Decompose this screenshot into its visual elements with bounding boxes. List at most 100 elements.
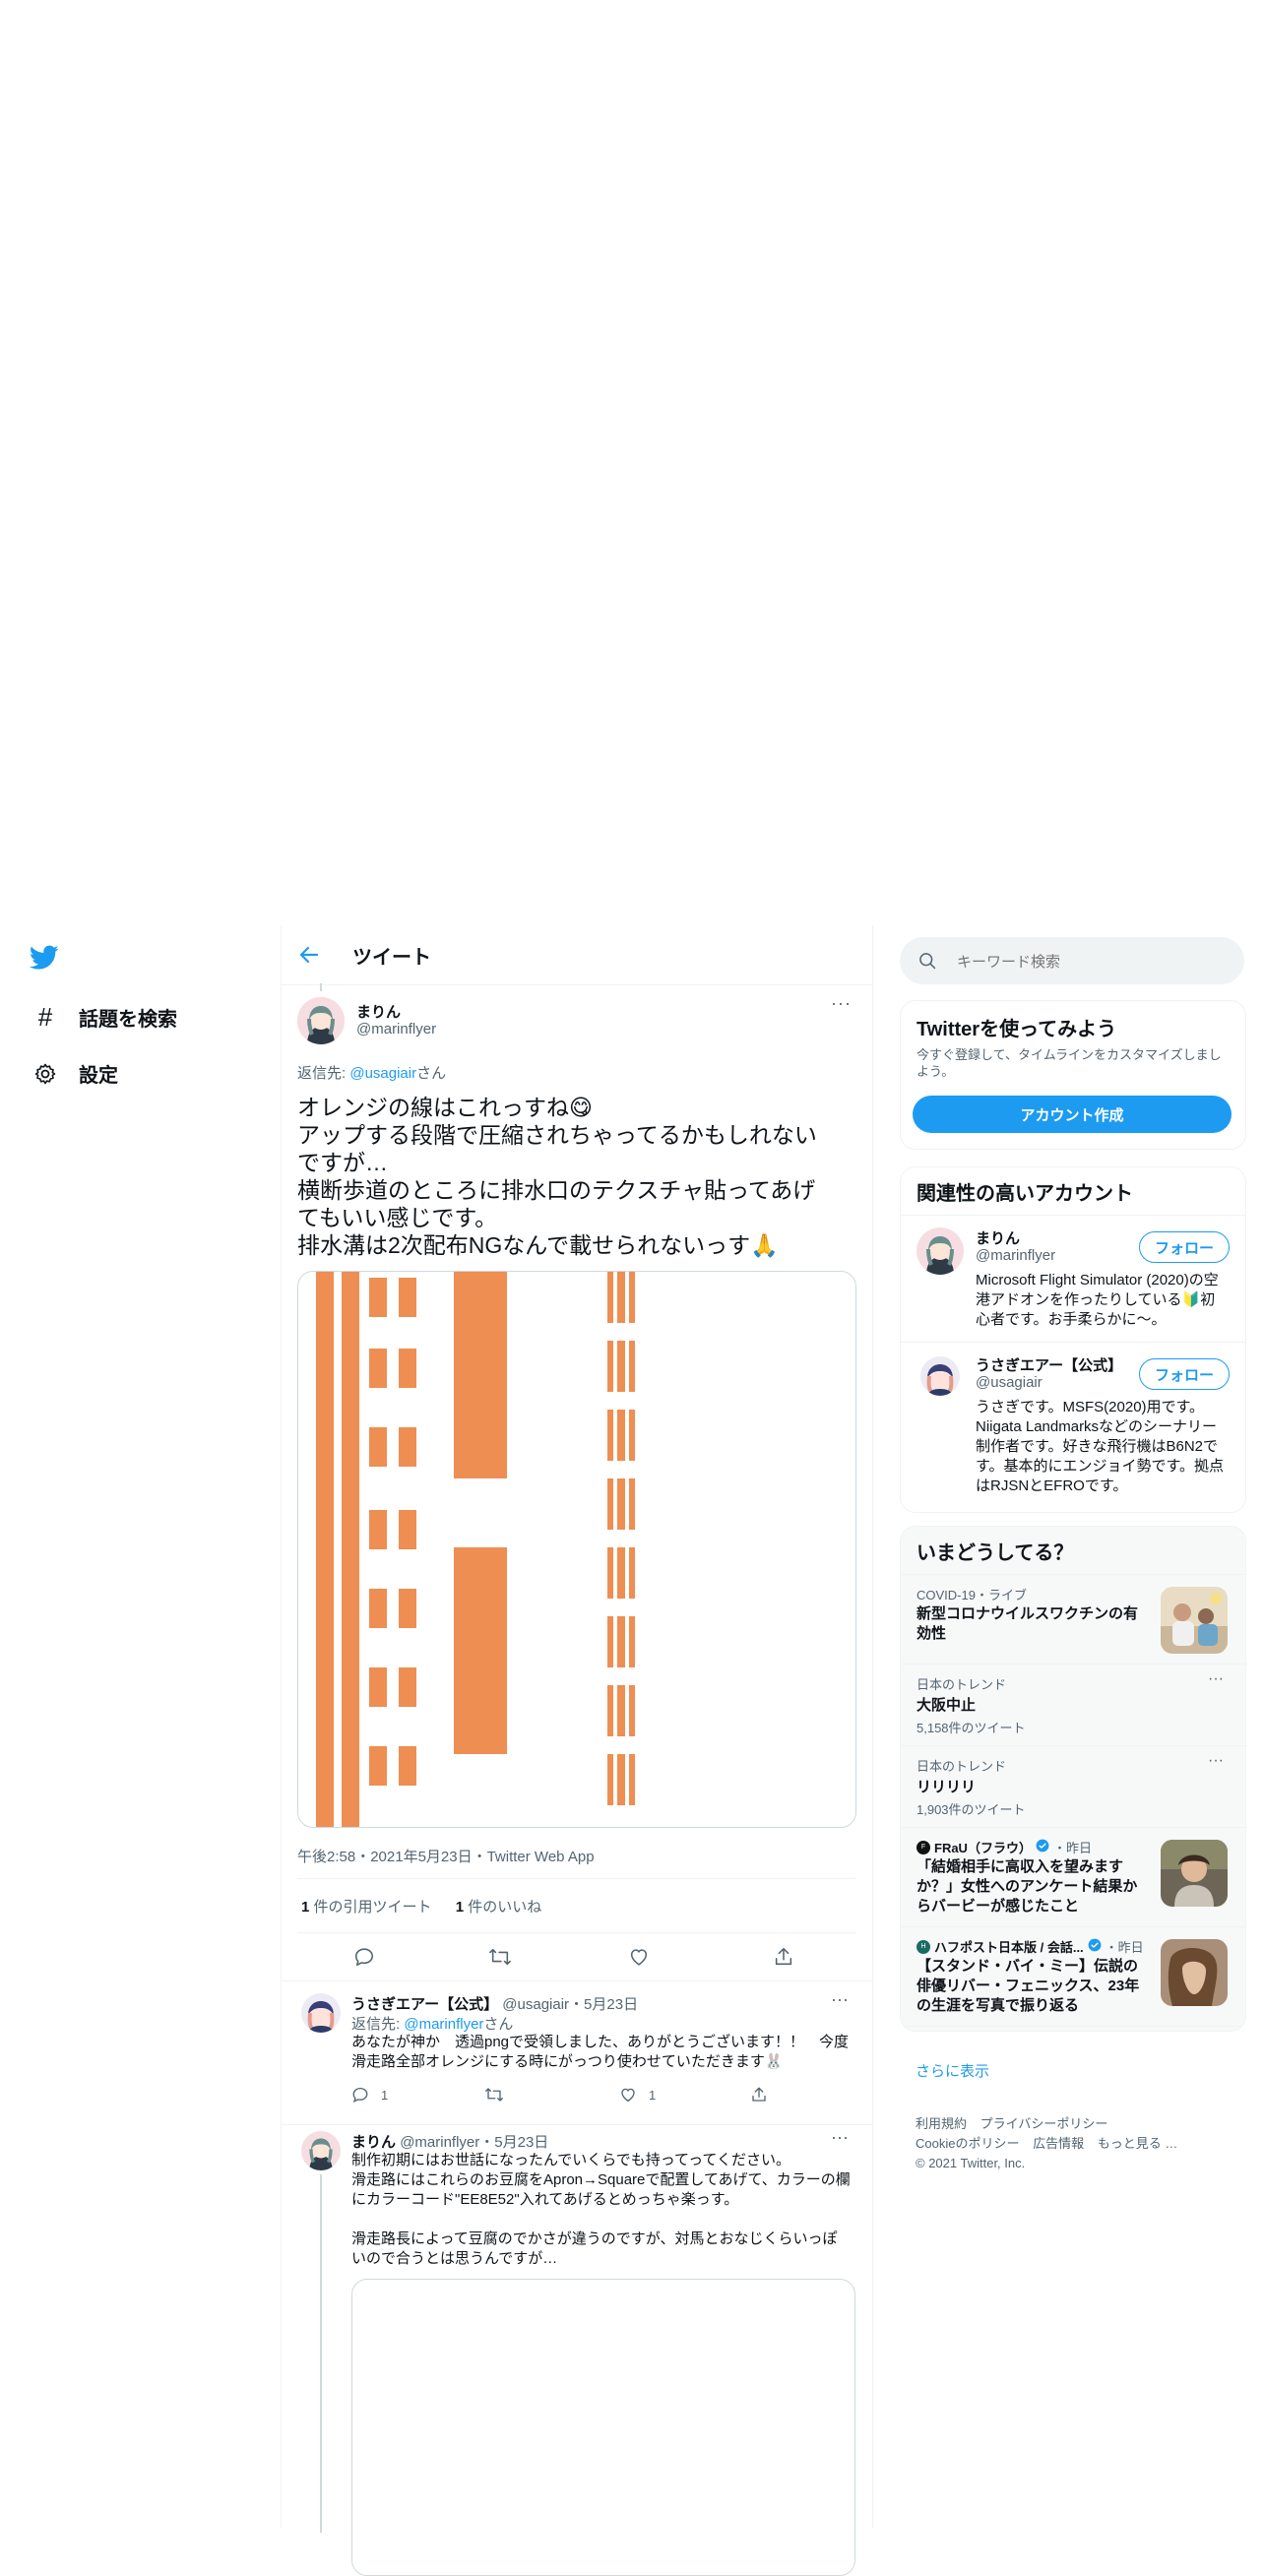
centerline-dash	[629, 1616, 635, 1667]
centerline-dash	[607, 1272, 613, 1323]
trend-title: 新型コロナウイルスワクチンの有 効性	[916, 1604, 1153, 1644]
trend-item[interactable]: COVID-19・ライブ 新型コロナウイルスワクチンの有 効性	[901, 1575, 1245, 1664]
more-options-icon[interactable]: ···	[1208, 1670, 1224, 1688]
reply-image[interactable]	[351, 2279, 855, 2576]
like-icon[interactable]	[628, 1946, 650, 1973]
trend-item[interactable]: 日本のトレンド リリリリ 1,903件のツイート ···	[901, 1746, 1245, 1827]
trend-item[interactable]: 日本のトレンド 大阪中止 5,158件のツイート ···	[901, 1665, 1245, 1745]
follow-button[interactable]: フォロー	[1139, 1358, 1230, 1390]
trend-title: 「結婚相手に高収入を望みます か？」女性へのアンケート結果か らバービーが感じた…	[916, 1857, 1153, 1916]
trend-title-line: 俳優リバー・フェニックス、23年	[916, 1978, 1140, 1994]
related-account-item[interactable]: まりん @marinflyer フォロー Microsoft Flight Si…	[901, 1216, 1245, 1342]
trend-count: 5,158件のツイート	[916, 1721, 1026, 1735]
footer: 利用規約 プライバシーポリシー Cookieのポリシー 広告情報 もっと見る ……	[916, 2114, 1177, 2173]
centerline-dash	[617, 1478, 625, 1530]
verified-badge-icon	[1036, 1839, 1049, 1855]
marking-block	[369, 1427, 387, 1467]
reply-to-handle[interactable]: @marinflyer	[404, 2016, 483, 2033]
reply-tweet[interactable]: うさぎエアー【公式】 @usagiair・5月23日 ··· 返信先: @mar…	[282, 1981, 872, 2119]
nav-settings[interactable]: 設定	[32, 1059, 118, 1088]
source-logo-icon: H	[916, 1939, 930, 1954]
search-input[interactable]	[955, 949, 1225, 974]
avatar[interactable]	[301, 2131, 341, 2170]
avatar[interactable]	[301, 1993, 341, 2033]
reply-date[interactable]: ・5月23日	[569, 1996, 638, 2013]
retweet-icon[interactable]	[488, 1946, 512, 1973]
trend-item[interactable]: F FRaU（フラウ） ・昨日 「結婚相手に高収入を望みます か？」女性へのアン…	[901, 1828, 1245, 1926]
centerline-dash	[629, 1341, 635, 1392]
tweet-image[interactable]	[297, 1271, 856, 1828]
more-options-icon[interactable]: ···	[831, 2127, 849, 2148]
tweet-timestamp[interactable]: 午後2:58・2021年5月23日・Twitter Web App	[297, 1846, 595, 1866]
reply-to-line: 返信先: @marinflyerさん	[351, 2013, 513, 2034]
centerline-dash	[629, 1685, 635, 1736]
tweet-text-line: ですが…	[297, 1150, 388, 1175]
marking-block	[399, 1349, 416, 1388]
source-time: ・昨日	[1105, 1940, 1144, 1955]
account-name[interactable]: うさぎエアー【公式】	[976, 1354, 1122, 1375]
avatar[interactable]	[297, 997, 345, 1044]
more-options-icon[interactable]: ···	[831, 993, 852, 1014]
like-count-link[interactable]: 1 件のいいね	[456, 1899, 542, 1916]
trend-item[interactable]: H ハフポスト日本版 / 会話... ・昨日 【スタンド・バイ・ミー】伝説の 俳…	[901, 1927, 1245, 2026]
author-name[interactable]: まりん	[356, 1001, 401, 1022]
back-arrow-icon[interactable]	[297, 943, 321, 972]
trend-title-line: 新型コロナウイルスワクチンの有	[916, 1605, 1139, 1622]
reply-icon[interactable]	[353, 1946, 375, 1973]
search-icon	[917, 951, 937, 975]
share-button[interactable]	[750, 2086, 768, 2108]
runway-texture-image	[316, 1272, 635, 1827]
source-name: FRaU（フラウ）	[934, 1841, 1032, 1855]
share-icon[interactable]	[773, 1946, 794, 1973]
avatar[interactable]	[920, 1356, 960, 1396]
main-column: ツイート まりん @marinflyer ··· 返信先: @usagiairさ…	[281, 925, 873, 2576]
footer-link-more[interactable]: もっと見る …	[1098, 2136, 1178, 2151]
reply-header: まりん @marinflyer・5月23日	[351, 2131, 548, 2152]
page-title: ツイート	[352, 947, 431, 969]
related-account-item[interactable]: うさぎエアー【公式】 @usagiair フォロー うさぎです。MSFS(202…	[901, 1343, 1245, 1510]
avatar[interactable]	[916, 1227, 964, 1275]
twitter-logo-icon[interactable]	[29, 945, 59, 975]
account-handle[interactable]: @marinflyer	[976, 1247, 1055, 1264]
reply-text: あなたが神か 透過pngで受領しました、ありがとうございます！！ 今度 滑走路全…	[351, 2033, 863, 2072]
tweet-text-line: 排水溝は2次配布NGなんで載せられないっす🙏	[297, 1232, 779, 1258]
more-options-icon[interactable]: ···	[831, 1989, 849, 2010]
trend-thumbnail	[1161, 1587, 1228, 1654]
like-button[interactable]: 1	[619, 2086, 656, 2104]
account-handle[interactable]: @usagiair	[976, 1374, 1043, 1391]
search-box[interactable]	[900, 937, 1244, 984]
reply-tweet[interactable]: まりん @marinflyer・5月23日 ··· 制作初期にはお世話になったん…	[282, 2119, 872, 2576]
nav-settings-label: 設定	[79, 1065, 118, 1087]
author-handle[interactable]: @marinflyer	[356, 1021, 436, 1037]
reply-to-handle[interactable]: @usagiair	[349, 1065, 416, 1082]
centerline-dash	[617, 1547, 625, 1599]
trend-source: F FRaU（フラウ） ・昨日	[916, 1838, 1092, 1856]
more-options-icon[interactable]: ···	[1208, 1752, 1224, 1770]
reply-author-handle[interactable]: @usagiair	[502, 1996, 569, 2013]
reply-date[interactable]: ・5月23日	[479, 2134, 548, 2151]
reply-author-name[interactable]: うさぎエアー【公式】	[351, 1996, 498, 2013]
signup-card: Twitterを使ってみよう 今すぐ登録して、タイムラインをカスタマイズしまし …	[900, 1000, 1246, 1150]
create-account-button[interactable]: アカウント作成	[913, 1096, 1232, 1133]
reply-author-name[interactable]: まりん	[351, 2134, 396, 2151]
footer-link-privacy[interactable]: プライバシーポリシー	[980, 2116, 1108, 2131]
reply-button[interactable]: 1	[351, 2086, 388, 2104]
retweet-button[interactable]	[484, 2086, 504, 2108]
trend-title-line: 効性	[916, 1625, 947, 1642]
show-more-link[interactable]: さらに表示	[916, 2060, 989, 2081]
footer-link-terms[interactable]: 利用規約	[916, 2116, 967, 2131]
footer-link-cookie[interactable]: Cookieのポリシー	[916, 2136, 1019, 2151]
quote-count: 1	[301, 1899, 310, 1916]
trend-title-line: の生涯を写真で振り返る	[916, 1997, 1080, 2014]
source-name: ハフポスト日本版 / 会話...	[934, 1940, 1084, 1955]
trend-title: 【スタンド・バイ・ミー】伝説の 俳優リバー・フェニックス、23年 の生涯を写真で…	[916, 1957, 1153, 2016]
bio-line: 港アドオンを作ったりしている🔰初	[976, 1291, 1216, 1308]
signup-desc-line: よう。	[916, 1064, 955, 1079]
account-name[interactable]: まりん	[976, 1227, 1020, 1248]
footer-link-ads[interactable]: 広告情報	[1033, 2136, 1084, 2151]
quote-count-link[interactable]: 1 件の引用ツイート	[301, 1899, 432, 1916]
reply-author-handle[interactable]: @marinflyer	[400, 2134, 479, 2151]
nav-explore[interactable]: # 話題を検索	[32, 1002, 177, 1033]
reply-to-prefix: 返信先:	[351, 2016, 405, 2033]
follow-button[interactable]: フォロー	[1139, 1231, 1230, 1263]
